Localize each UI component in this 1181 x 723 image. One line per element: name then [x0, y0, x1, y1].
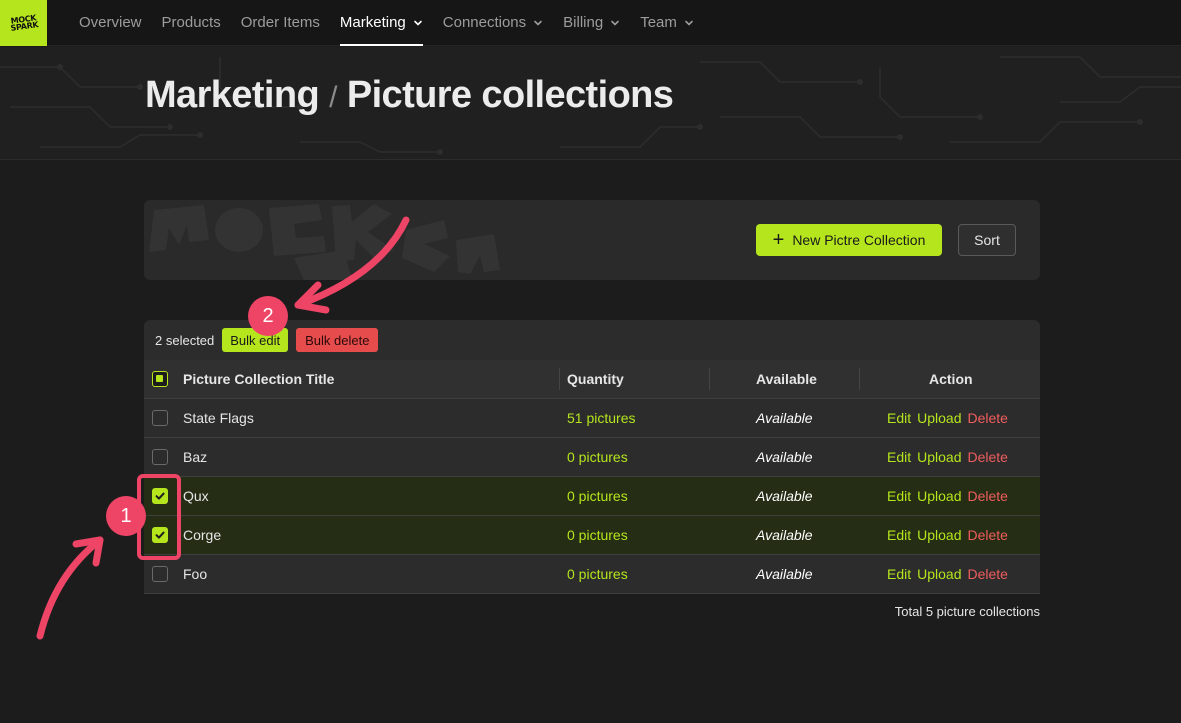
page-title: Marketing / Picture collections — [145, 74, 674, 117]
nav-item-label: Overview — [79, 14, 142, 31]
cell-title: Corge — [183, 527, 222, 543]
new-picture-collection-button[interactable]: + New Pictre Collection — [756, 224, 942, 256]
nav-item-label: Team — [640, 14, 677, 31]
delete-link[interactable]: Delete — [968, 488, 1008, 504]
nav-item-team[interactable]: Team — [630, 0, 704, 46]
table-row: Qux 0 pictures Available Edit Upload Delete — [144, 477, 1040, 516]
breadcrumb-current: Picture collections — [346, 74, 674, 116]
table-row: Corge 0 pictures Available Edit Upload Delete — [144, 516, 1040, 555]
nav-item-label: Connections — [442, 14, 527, 31]
upload-link[interactable]: Upload — [917, 488, 961, 504]
upload-link[interactable]: Upload — [917, 566, 961, 582]
cell-available: Available — [756, 488, 813, 504]
table-row: State Flags 51 pictures Available Edit Uploa… — [144, 399, 1040, 438]
cell-quantity[interactable]: 51 pictures — [567, 410, 635, 426]
nav-item-overview[interactable]: Overview — [69, 0, 152, 46]
nav-item-products[interactable]: Products — [152, 0, 231, 46]
chevron-down-icon — [610, 18, 620, 28]
cell-quantity[interactable]: 0 pictures — [567, 449, 628, 465]
nav-item-label: Order Items — [240, 14, 320, 31]
upload-link[interactable]: Upload — [917, 410, 961, 426]
brand-logo[interactable]: MOCK SPARK — [0, 0, 47, 46]
annotation-badge-2: 2 — [248, 296, 288, 336]
select-all-checkbox[interactable] — [152, 371, 168, 387]
cell-title: Qux — [183, 488, 209, 504]
cell-actions: Edit Upload Delete — [887, 449, 1008, 465]
plus-icon: + — [772, 229, 785, 251]
cell-title: Foo — [183, 566, 208, 582]
cell-available: Available — [756, 449, 813, 465]
page-header: Marketing / Picture collections — [0, 47, 1181, 160]
brand-watermark-decoration — [149, 204, 500, 280]
cell-title: State Flags — [183, 410, 254, 426]
edit-link[interactable]: Edit — [887, 527, 911, 543]
cell-available: Available — [756, 410, 813, 426]
cell-quantity[interactable]: 0 pictures — [567, 488, 628, 504]
nav-item-order-items[interactable]: Order Items — [231, 0, 330, 46]
total-count: Total 5 picture collections — [894, 604, 1040, 619]
new-button-label: New Pictre Collection — [792, 232, 926, 248]
nav-item-connections[interactable]: Connections — [433, 0, 553, 46]
nav-item-billing[interactable]: Billing — [553, 0, 630, 46]
arrow-to-checkboxes — [36, 536, 104, 640]
row-checkbox[interactable] — [152, 566, 168, 582]
cell-available: Available — [756, 527, 813, 543]
nav-item-label: Marketing — [339, 14, 406, 31]
cell-quantity[interactable]: 0 pictures — [567, 527, 628, 543]
column-header-action: Action — [929, 371, 973, 387]
chevron-down-icon — [684, 18, 694, 28]
nav-item-label: Products — [161, 14, 221, 31]
delete-link[interactable]: Delete — [968, 527, 1008, 543]
breadcrumb-marketing[interactable]: Marketing — [145, 74, 320, 117]
cell-actions: Edit Upload Delete — [887, 488, 1008, 504]
nav-item-label: Billing — [563, 14, 604, 31]
table-header: Picture Collection Title Quantity Availa… — [144, 360, 1040, 399]
cell-actions: Edit Upload Delete — [887, 410, 1008, 426]
table-row: Foo 0 pictures Available Edit Upload Delete — [144, 555, 1040, 594]
top-navigation: MOCK SPARK Overview Products Order Items Ma… — [0, 0, 1181, 46]
selected-count: 2 selected — [155, 332, 215, 348]
cell-quantity[interactable]: 0 pictures — [567, 566, 628, 582]
collections-table: 2 selected Bulk edit Bulk delete Picture… — [144, 320, 1040, 594]
nav-menu: Overview Products Order Items Marketing Conn… — [69, 0, 704, 46]
logo-wordmark: MOCK SPARK — [9, 12, 39, 33]
edit-link[interactable]: Edit — [887, 566, 911, 582]
delete-link[interactable]: Delete — [968, 410, 1008, 426]
upload-link[interactable]: Upload — [917, 527, 961, 543]
annotation-badge-1: 1 — [106, 496, 146, 536]
chevron-down-icon — [413, 18, 423, 28]
chevron-down-icon — [533, 18, 543, 28]
cell-title: Baz — [183, 449, 208, 465]
nav-item-marketing[interactable]: Marketing — [330, 0, 433, 46]
delete-link[interactable]: Delete — [968, 449, 1008, 465]
breadcrumb-separator: / — [329, 81, 337, 114]
upload-link[interactable]: Upload — [917, 449, 961, 465]
cell-actions: Edit Upload Delete — [887, 566, 1008, 582]
bulk-delete-button[interactable]: Bulk delete — [296, 328, 379, 352]
column-header-quantity[interactable]: Quantity — [567, 371, 624, 387]
edit-link[interactable]: Edit — [887, 410, 911, 426]
delete-link[interactable]: Delete — [968, 566, 1008, 582]
row-checkbox[interactable] — [152, 410, 168, 426]
edit-link[interactable]: Edit — [887, 488, 911, 504]
sort-button[interactable]: Sort — [958, 224, 1016, 256]
table-row: Baz 0 pictures Available Edit Upload Delete — [144, 438, 1040, 477]
column-header-title[interactable]: Picture Collection Title — [183, 371, 334, 387]
row-checkbox[interactable] — [152, 449, 168, 465]
column-header-available[interactable]: Available — [756, 371, 817, 387]
edit-link[interactable]: Edit — [887, 449, 911, 465]
cell-available: Available — [756, 566, 813, 582]
cell-actions: Edit Upload Delete — [887, 527, 1008, 543]
